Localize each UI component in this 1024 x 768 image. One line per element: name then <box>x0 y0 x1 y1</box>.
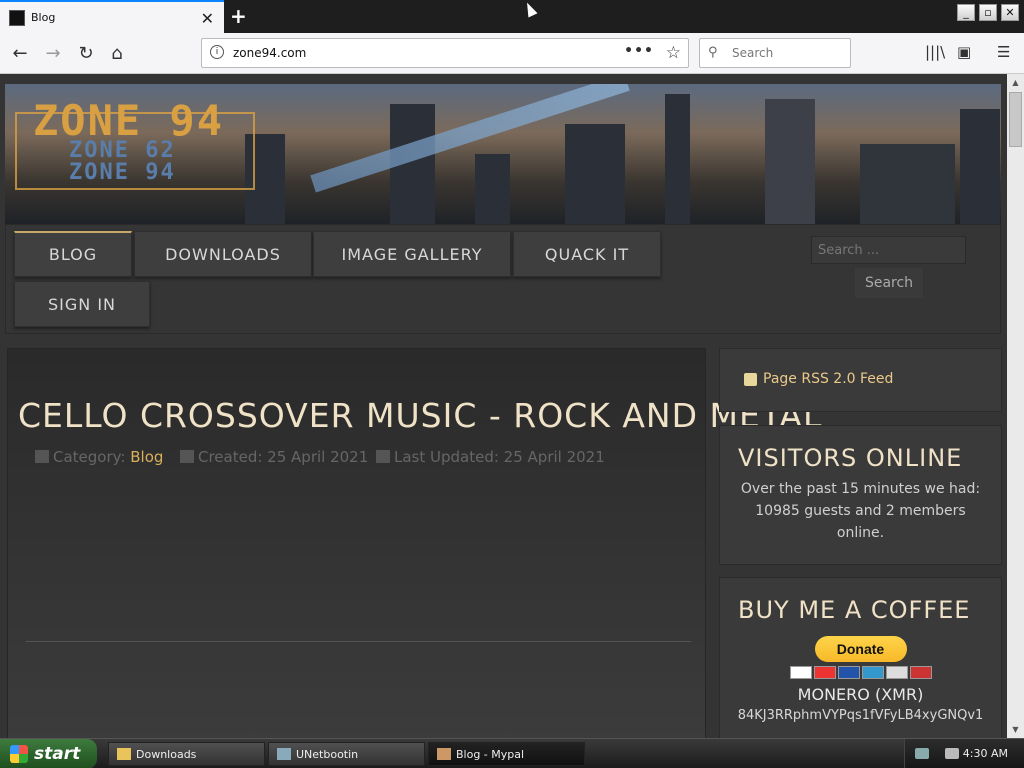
task-label: Blog - Mypal <box>456 747 525 761</box>
tab-title: Blog <box>31 11 56 24</box>
new-tab-button[interactable]: + <box>230 4 247 28</box>
search-icon: ⚲ <box>708 45 718 60</box>
site-logo-sub: ZONE 62 ZONE 94 <box>69 140 176 184</box>
sidebar-toggle-icon[interactable]: ▣ <box>957 43 971 61</box>
close-tab-icon[interactable]: ✕ <box>201 9 214 28</box>
created-date: Created: 25 April 2021 <box>198 448 369 466</box>
donate-button[interactable]: Donate <box>814 636 907 662</box>
taskbar-item-downloads[interactable]: Downloads <box>108 742 265 766</box>
windows-logo-icon <box>10 745 28 763</box>
amex-card-icon <box>861 666 884 679</box>
nav-quack-it[interactable]: QUACK IT <box>513 231 661 277</box>
site-nav-menu: BLOG DOWNLOADS IMAGE GALLERY QUACK IT SI… <box>5 224 1001 334</box>
nav-sign-in[interactable]: SIGN IN <box>14 281 150 327</box>
library-icon[interactable]: |||\ <box>925 43 945 61</box>
tab-blog[interactable]: Blog ✕ <box>0 0 224 33</box>
url-text[interactable]: zone94.com <box>233 46 306 60</box>
monero-address[interactable]: 84KJ3RRphmVYPqs1fVFyLB4xyGNQv1 <box>720 704 1001 723</box>
discover-card-icon <box>885 666 908 679</box>
start-button[interactable]: start <box>0 739 97 768</box>
taskbar-item-unetbootin[interactable]: UNetbootin <box>268 742 425 766</box>
browser-toolbar: ← → ↻ ⌂ i zone94.com ••• ☆ ⚲ Search |||\… <box>0 33 1024 74</box>
rss-feed-link[interactable]: Page RSS 2.0 Feed <box>720 349 1001 387</box>
visitors-online-box: VISITORS ONLINE Over the past 15 minutes… <box>719 425 1002 565</box>
bookmark-star-icon[interactable]: ☆ <box>666 43 681 63</box>
nav-image-gallery[interactable]: IMAGE GALLERY <box>313 231 511 277</box>
volume-icon[interactable] <box>945 748 959 759</box>
divider <box>26 641 691 642</box>
logo-sub-line-2: ZONE 94 <box>69 160 176 185</box>
mouse-cursor-icon <box>522 0 538 18</box>
monero-label: MONERO (XMR) <box>797 685 924 704</box>
rss-label[interactable]: Page RSS 2.0 Feed <box>763 371 893 387</box>
scroll-down-icon[interactable]: ▼ <box>1007 721 1024 738</box>
article-updated: Last Updated: 25 April 2021 <box>376 448 605 466</box>
mypal-browser-icon <box>437 748 451 760</box>
buy-coffee-box: BUY ME A COFFEE Donate MONERO (XMR) 84KJ… <box>719 577 1002 738</box>
updated-date: Last Updated: 25 April 2021 <box>394 448 605 466</box>
scroll-up-icon[interactable]: ▲ <box>1007 74 1024 91</box>
logo-sub-line-1: ZONE 62 <box>69 138 176 163</box>
site-header-banner: ZONE 94 ZONE 62 ZONE 94 <box>5 84 1001 224</box>
task-label: Downloads <box>136 747 197 761</box>
article-title[interactable]: CELLO CROSSOVER MUSIC - ROCK AND METAL <box>18 396 822 435</box>
clock[interactable]: 4:30 AM <box>963 747 1008 760</box>
page-scrollbar[interactable]: ▲ ▼ <box>1007 74 1024 738</box>
folder-icon <box>117 748 131 760</box>
maestro-card-icon <box>837 666 860 679</box>
visitors-title: VISITORS ONLINE <box>738 444 963 472</box>
browser-tab-bar: Blog ✕ + _ ▫ ✕ <box>0 0 1024 33</box>
back-arrow-icon[interactable]: ← <box>8 42 32 66</box>
calendar-icon <box>376 450 390 463</box>
browser-search-placeholder: Search <box>732 46 774 60</box>
url-bar[interactable]: i zone94.com ••• ☆ <box>201 38 689 68</box>
category-label: Category: <box>53 448 126 466</box>
task-label: UNetbootin <box>296 747 359 761</box>
minimize-button[interactable]: _ <box>957 4 975 21</box>
site-favicon-icon <box>9 9 25 26</box>
mastercard-icon <box>813 666 836 679</box>
browser-search-input[interactable]: ⚲ Search <box>699 38 851 68</box>
category-link[interactable]: Blog <box>130 448 163 466</box>
web-page: ZONE 94 ZONE 62 ZONE 94 BLOG DOWNLOADS I… <box>0 74 1007 738</box>
nav-blog[interactable]: BLOG <box>14 231 132 277</box>
home-icon[interactable]: ⌂ <box>105 42 129 66</box>
reload-icon[interactable]: ↻ <box>74 42 98 66</box>
system-tray: 4:30 AM <box>904 739 1024 768</box>
forward-arrow-icon[interactable]: → <box>41 42 65 66</box>
start-label: start <box>34 744 81 764</box>
os-taskbar: start Downloads UNetbootin Blog - Mypal … <box>0 738 1024 768</box>
site-search-input[interactable]: Search ... <box>811 236 966 264</box>
payment-cards <box>720 666 1001 679</box>
coffee-title: BUY ME A COFFEE <box>738 596 971 624</box>
taskbar-item-blog-mypal[interactable]: Blog - Mypal <box>428 742 585 766</box>
calendar-icon <box>180 450 194 463</box>
scrollbar-thumb[interactable] <box>1009 92 1022 147</box>
unionpay-card-icon <box>909 666 932 679</box>
rss-box: Page RSS 2.0 Feed <box>719 348 1002 412</box>
rss-icon <box>744 372 757 386</box>
network-icon[interactable] <box>915 748 929 759</box>
article-category: Category: Blog <box>35 448 163 466</box>
folder-icon <box>35 450 49 463</box>
nav-downloads[interactable]: DOWNLOADS <box>134 231 312 277</box>
close-window-button[interactable]: ✕ <box>1001 4 1019 21</box>
maximize-button[interactable]: ▫ <box>979 4 997 21</box>
hamburger-menu-icon[interactable]: ☰ <box>997 43 1010 61</box>
visa-card-icon <box>789 666 812 679</box>
site-info-icon[interactable]: i <box>210 45 224 59</box>
visitors-text: Over the past 15 minutes we had: 10985 g… <box>740 481 981 541</box>
article-created: Created: 25 April 2021 <box>180 448 368 466</box>
site-search-button[interactable]: Search <box>855 268 923 298</box>
page-actions-icon[interactable]: ••• <box>624 43 654 59</box>
unetbootin-icon <box>277 748 291 760</box>
